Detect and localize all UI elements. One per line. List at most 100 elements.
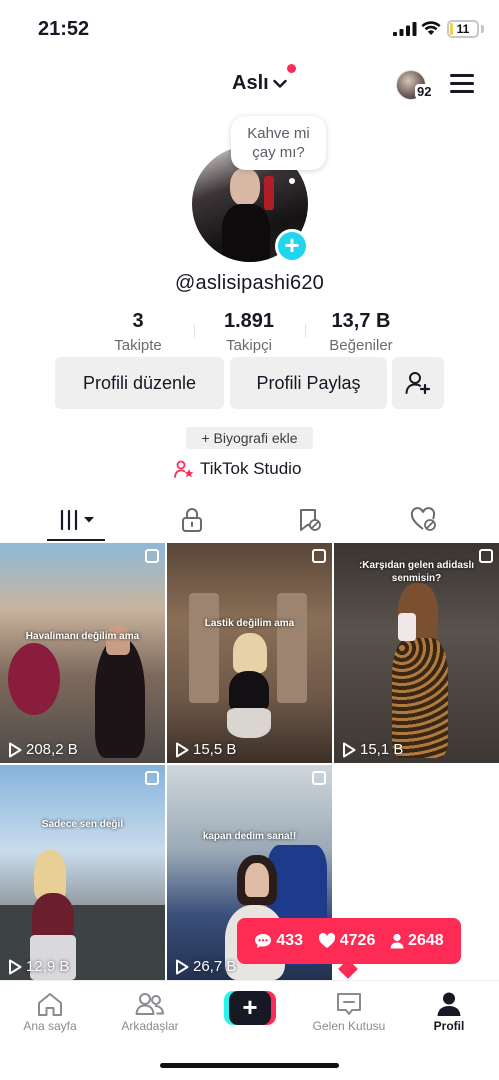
video-thumbnail[interactable]: Havalimanı değilim ama 208,2 B bbox=[0, 543, 165, 763]
stat-likes[interactable]: 13,7 B Beğeniler bbox=[316, 310, 406, 354]
edit-profile-button[interactable]: Profili düzenle bbox=[55, 357, 224, 409]
bookmark-hidden-icon bbox=[300, 509, 321, 531]
activity-popup[interactable]: 433 4726 2648 bbox=[237, 918, 461, 964]
clock: 21:52 bbox=[38, 18, 90, 40]
studio-label: TikTok Studio bbox=[200, 459, 302, 478]
multi-photo-icon bbox=[479, 549, 493, 563]
note-line-2: çay mı? bbox=[252, 144, 305, 161]
view-count-value: 15,5 B bbox=[193, 741, 237, 758]
comment-icon bbox=[255, 934, 272, 948]
hair-shape bbox=[233, 633, 267, 673]
avatar-detail bbox=[264, 176, 274, 210]
skirt-shape bbox=[227, 708, 271, 738]
top-shape bbox=[229, 671, 269, 711]
nav-profile[interactable]: Profil bbox=[399, 989, 499, 1033]
cellular-signal-icon bbox=[393, 22, 417, 36]
friends-icon bbox=[135, 993, 164, 1015]
nav-friends[interactable]: Arkadaşlar bbox=[100, 989, 200, 1033]
multi-photo-icon bbox=[145, 549, 159, 563]
view-count: 15,1 B bbox=[342, 741, 403, 758]
menu-icon[interactable] bbox=[450, 74, 474, 94]
play-icon bbox=[176, 959, 189, 974]
stat-value: 3 bbox=[132, 310, 144, 332]
multi-photo-icon bbox=[312, 771, 326, 785]
add-story-button[interactable]: + bbox=[275, 229, 309, 263]
tab-liked[interactable] bbox=[409, 506, 439, 534]
play-icon bbox=[9, 959, 22, 974]
nav-profile-label: Profil bbox=[433, 1019, 465, 1033]
nav-friends-label: Arkadaşlar bbox=[121, 1019, 179, 1033]
stat-label: Takipçi bbox=[226, 337, 272, 354]
battery-percent: 11 bbox=[456, 22, 470, 36]
share-profile-button[interactable]: Profili Paylaş bbox=[230, 357, 387, 409]
heart-hidden-icon bbox=[410, 507, 436, 531]
tab-private[interactable] bbox=[177, 506, 207, 534]
view-count: 26,7 B bbox=[175, 958, 236, 975]
add-friend-button[interactable] bbox=[392, 357, 444, 409]
home-indicator bbox=[160, 1063, 339, 1068]
add-bio-button[interactable]: + Biyografi ekle bbox=[186, 427, 313, 449]
notification-dot bbox=[287, 64, 296, 73]
battery-cap bbox=[481, 25, 484, 33]
note-bubble[interactable]: Kahve mi çay mı? bbox=[231, 116, 326, 170]
popup-likes: 4726 bbox=[318, 932, 376, 950]
person-shape bbox=[95, 638, 145, 758]
nav-home[interactable]: Ana sayfa bbox=[0, 989, 100, 1033]
tab-videos[interactable] bbox=[58, 506, 98, 534]
view-count-value: 12,9 B bbox=[26, 958, 70, 975]
video-thumbnail[interactable]: :Karşıdan gelen adidaslı senmisin? 15,1 … bbox=[334, 543, 499, 763]
create-button[interactable]: + bbox=[224, 991, 276, 1025]
popup-followers-count: 2648 bbox=[408, 932, 444, 949]
video-caption: Sadece sen değil bbox=[41, 819, 124, 830]
elevator-wall bbox=[189, 593, 219, 703]
stat-value: 1.891 bbox=[223, 310, 275, 332]
video-thumbnail[interactable]: Sadece sen değil 12,9 B bbox=[0, 765, 165, 980]
profile-tabs bbox=[0, 500, 499, 542]
username: @aslisipashi620 bbox=[175, 272, 324, 294]
stories-count: 92 bbox=[415, 84, 434, 99]
view-count-value: 208,2 B bbox=[26, 741, 78, 758]
view-count: 12,9 B bbox=[8, 958, 69, 975]
billboard-shape bbox=[8, 643, 60, 715]
video-thumbnail[interactable]: Lastik değilim ama 15,5 B bbox=[167, 543, 332, 763]
account-name: Aslı bbox=[232, 72, 269, 94]
chevron-down-icon bbox=[272, 79, 287, 88]
studio-person-icon bbox=[174, 460, 194, 478]
play-icon bbox=[176, 742, 189, 757]
nav-home-label: Ana sayfa bbox=[23, 1019, 77, 1033]
popup-comments: 433 bbox=[254, 932, 303, 950]
heart-icon bbox=[318, 933, 335, 948]
status-bar: 21:52 11 bbox=[0, 0, 499, 56]
tab-saved[interactable] bbox=[294, 506, 324, 534]
video-caption: :Karşıdan gelen adidaslı senmisin? bbox=[358, 560, 475, 584]
inbox-icon bbox=[337, 993, 361, 1015]
account-switcher[interactable]: Aslı bbox=[232, 72, 287, 95]
add-user-icon bbox=[405, 372, 431, 395]
avatar-face bbox=[230, 168, 260, 206]
dress-shape bbox=[392, 638, 448, 758]
nav-inbox-label: Gelen Kutusu bbox=[312, 1019, 386, 1033]
home-icon bbox=[38, 993, 62, 1016]
popup-likes-count: 4726 bbox=[339, 932, 376, 949]
view-count: 208,2 B bbox=[8, 741, 78, 758]
lock-icon bbox=[182, 508, 202, 532]
phone-shape bbox=[398, 613, 416, 641]
stat-followers[interactable]: 1.891 Takipçi bbox=[204, 310, 294, 354]
stat-following[interactable]: 3 Takipte bbox=[98, 310, 178, 354]
multi-photo-icon bbox=[312, 549, 326, 563]
nav-inbox[interactable]: Gelen Kutusu bbox=[299, 989, 399, 1033]
view-count-value: 26,7 B bbox=[193, 958, 237, 975]
face-shape bbox=[245, 863, 269, 897]
note-line-1: Kahve mi bbox=[247, 125, 310, 142]
plus-icon: + bbox=[229, 991, 271, 1025]
view-count: 15,5 B bbox=[175, 741, 236, 758]
profile-icon bbox=[437, 992, 461, 1016]
play-icon bbox=[343, 742, 356, 757]
bubble-tail bbox=[289, 178, 295, 184]
popup-comments-count: 433 bbox=[276, 932, 304, 949]
stat-value: 13,7 B bbox=[331, 310, 391, 332]
grid-icon bbox=[60, 509, 94, 531]
video-caption: Lastik değilim ama bbox=[204, 618, 295, 629]
tiktok-studio-link[interactable]: TikTok Studio bbox=[174, 459, 301, 479]
popup-followers: 2648 bbox=[390, 932, 444, 950]
